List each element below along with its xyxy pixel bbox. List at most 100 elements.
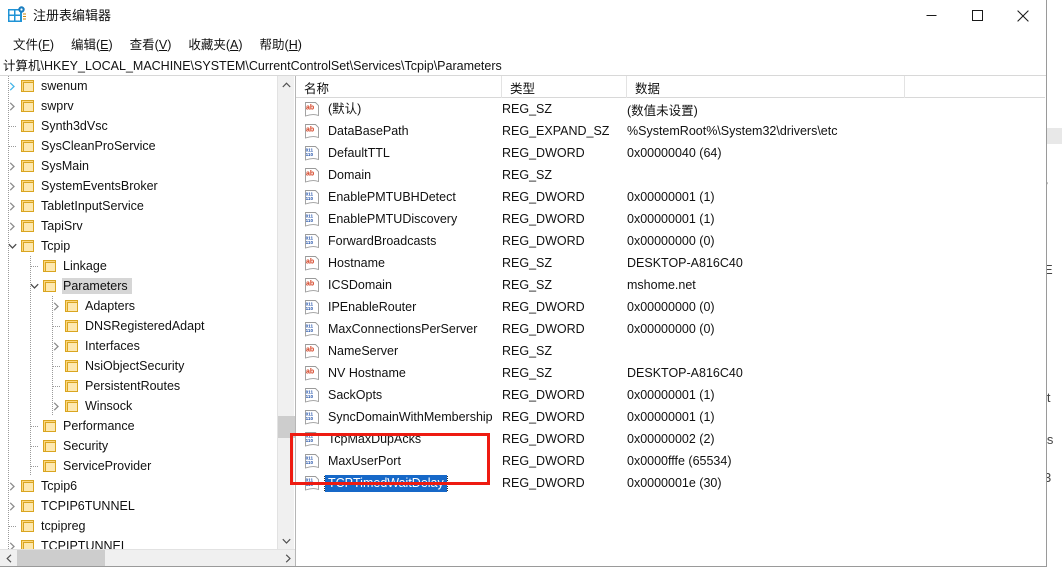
tree-node-serviceprovider[interactable]: ServiceProvider <box>0 456 278 476</box>
tree-node-persistentroutes[interactable]: PersistentRoutes <box>0 376 278 396</box>
tree-node-interfaces[interactable]: Interfaces <box>0 336 278 356</box>
tree-node-dnsregisteredadapt[interactable]: DNSRegisteredAdapt <box>0 316 278 336</box>
chevron-right-icon[interactable] <box>48 296 64 316</box>
value-row[interactable]: 011 110 DefaultTTL REG_DWORD 0x00000040 (64) <box>296 142 1045 164</box>
value-row[interactable]: ab NameServer REG_SZ <box>296 340 1045 362</box>
tree-node-linkage[interactable]: Linkage <box>0 256 278 276</box>
tree-node-nsiobjectsecurity[interactable]: NsiObjectSecurity <box>0 356 278 376</box>
value-name-cell[interactable]: ab ICSDomain <box>296 277 502 294</box>
value-row[interactable]: ab Hostname REG_SZ DESKTOP-A816C40 <box>296 252 1045 274</box>
value-name-cell[interactable]: 011 110 MaxConnectionsPerServer <box>296 321 502 338</box>
value-name-cell[interactable]: ab Domain <box>296 167 502 184</box>
value-row[interactable]: ab Domain REG_SZ <box>296 164 1045 186</box>
value-row[interactable]: 011 110 TcpMaxDupAcks REG_DWORD 0x00000002 (… <box>296 428 1045 450</box>
chevron-right-icon[interactable] <box>4 96 20 116</box>
close-button[interactable] <box>1000 0 1046 31</box>
tree-scroll-right-icon[interactable] <box>279 550 295 566</box>
value-row[interactable]: 011 110 EnablePMTUBHDetect REG_DWORD 0x00000… <box>296 186 1045 208</box>
tree-node-swenum[interactable]: swenum <box>0 76 278 96</box>
chevron-right-icon[interactable] <box>48 336 64 356</box>
menu-item-help[interactable]: 帮助(H) <box>252 32 311 55</box>
value-row[interactable]: 011 110 EnablePMTUDiscovery REG_DWORD 0x0000… <box>296 208 1045 230</box>
tree-node-tapisrv[interactable]: TapiSrv <box>0 216 278 236</box>
chevron-down-icon[interactable] <box>26 276 42 296</box>
value-name-cell[interactable]: 011 110 DefaultTTL <box>296 145 502 162</box>
values-column-header[interactable]: 名称 类型 数据 <box>296 76 1045 98</box>
value-row[interactable]: 011 110 ForwardBroadcasts REG_DWORD 0x000000… <box>296 230 1045 252</box>
value-name-cell[interactable]: ab Hostname <box>296 255 502 272</box>
tree-vertical-scrollbar[interactable] <box>277 76 295 549</box>
value-name-cell[interactable]: ab NameServer <box>296 343 502 360</box>
tree-node-synth3dvsc[interactable]: Synth3dVsc <box>0 116 278 136</box>
value-name-cell[interactable]: 011 110 EnablePMTUDiscovery <box>296 211 502 228</box>
chevron-right-icon[interactable] <box>4 196 20 216</box>
value-name-cell[interactable]: 011 110 TCPTimedWaitDelay <box>296 474 502 492</box>
value-row[interactable]: ab (默认) REG_SZ (数值未设置) <box>296 98 1045 120</box>
value-name-cell[interactable]: 011 110 EnablePMTUBHDetect <box>296 189 502 206</box>
value-name-cell[interactable]: ab NV Hostname <box>296 365 502 382</box>
registry-tree[interactable]: swenum swprv Synth3dVsc SysCleanProService S… <box>0 76 278 549</box>
value-row[interactable]: 011 110 SyncDomainWithMembership REG_DWORD 0… <box>296 406 1045 428</box>
value-row[interactable]: ab NV Hostname REG_SZ DESKTOP-A816C40 <box>296 362 1045 384</box>
tree-guide-line <box>8 76 9 96</box>
chevron-down-icon[interactable] <box>4 236 20 256</box>
tree-node-performance[interactable]: Performance <box>0 416 278 436</box>
maximize-button[interactable] <box>954 0 1000 31</box>
column-header-data[interactable]: 数据 <box>627 76 905 98</box>
tree-node-tcpiptunnel[interactable]: TCPIPTUNNEL <box>0 536 278 549</box>
value-row[interactable]: ab ICSDomain REG_SZ mshome.net <box>296 274 1045 296</box>
chevron-right-icon[interactable] <box>4 176 20 196</box>
value-row[interactable]: 011 110 MaxConnectionsPerServer REG_DWORD 0x… <box>296 318 1045 340</box>
chevron-right-icon[interactable] <box>4 76 20 96</box>
tree-node-tcpip6[interactable]: Tcpip6 <box>0 476 278 496</box>
value-name-cell[interactable]: ab (默认) <box>296 101 502 118</box>
tree-node-sysmain[interactable]: SysMain <box>0 156 278 176</box>
tree-node-adapters[interactable]: Adapters <box>0 296 278 316</box>
tree-node-syscleanproservice[interactable]: SysCleanProService <box>0 136 278 156</box>
minimize-button[interactable] <box>908 0 954 31</box>
menu-item-favorites[interactable]: 收藏夹(A) <box>180 32 251 55</box>
tree-node-systemeventsbroker[interactable]: SystemEventsBroker <box>0 176 278 196</box>
value-row[interactable]: 011 110 MaxUserPort REG_DWORD 0x0000fffe (65… <box>296 450 1045 472</box>
values-list[interactable]: ab (默认) REG_SZ (数值未设置) ab DataBasePath REG_EXP… <box>296 98 1045 566</box>
value-name-cell[interactable]: 011 110 MaxUserPort <box>296 453 502 470</box>
chevron-right-icon[interactable] <box>4 476 20 496</box>
tree-vertical-scroll-thumb[interactable] <box>278 416 295 438</box>
value-name-cell[interactable]: 011 110 SyncDomainWithMembership <box>296 409 502 426</box>
value-row[interactable]: 011 110 SackOpts REG_DWORD 0x00000001 (1) <box>296 384 1045 406</box>
tree-node-swprv[interactable]: swprv <box>0 96 278 116</box>
menu-item-file[interactable]: 文件(F) <box>5 32 63 55</box>
chevron-right-icon[interactable] <box>4 156 20 176</box>
tree-scroll-left-icon[interactable] <box>0 550 17 566</box>
tree-node-parameters[interactable]: Parameters <box>0 276 278 296</box>
value-row[interactable]: 011 110 TCPTimedWaitDelay REG_DWORD 0x000000… <box>296 472 1045 494</box>
value-row[interactable]: ab DataBasePath REG_EXPAND_SZ %SystemRoot%\… <box>296 120 1045 142</box>
tree-horizontal-scroll-thumb[interactable] <box>17 550 105 566</box>
tree-node-tcpip6tunnel[interactable]: TCPIP6TUNNEL <box>0 496 278 516</box>
tree-node-security[interactable]: Security <box>0 436 278 456</box>
tree-node-tcpip[interactable]: Tcpip <box>0 236 278 256</box>
menu-item-view[interactable]: 查看(V) <box>122 32 181 55</box>
tree-node-winsock[interactable]: Winsock <box>0 396 278 416</box>
column-header-type[interactable]: 类型 <box>502 76 627 98</box>
value-name-cell[interactable]: 011 110 ForwardBroadcasts <box>296 233 502 250</box>
value-row[interactable]: 011 110 IPEnableRouter REG_DWORD 0x00000000 … <box>296 296 1045 318</box>
menu-item-edit[interactable]: 编辑(E) <box>63 32 122 55</box>
tree-horizontal-scrollbar[interactable] <box>0 549 295 566</box>
chevron-right-icon[interactable] <box>4 496 20 516</box>
value-name-cell[interactable]: 011 110 SackOpts <box>296 387 502 404</box>
tree-node-tabletinputservice[interactable]: TabletInputService <box>0 196 278 216</box>
chevron-right-icon[interactable] <box>4 536 20 549</box>
value-name-cell[interactable]: ab DataBasePath <box>296 123 502 140</box>
editor-body: swenum swprv Synth3dVsc SysCleanProService S… <box>0 76 1046 566</box>
column-header-name[interactable]: 名称 <box>296 76 502 98</box>
registry-tree-pane: swenum swprv Synth3dVsc SysCleanProService S… <box>0 76 296 566</box>
tree-scroll-down-icon[interactable] <box>278 532 295 549</box>
chevron-right-icon[interactable] <box>4 216 20 236</box>
value-name-cell[interactable]: 011 110 TcpMaxDupAcks <box>296 431 502 448</box>
tree-node-tcpipreg[interactable]: tcpipreg <box>0 516 278 536</box>
value-name-cell[interactable]: 011 110 IPEnableRouter <box>296 299 502 316</box>
address-bar[interactable]: 计算机\HKEY_LOCAL_MACHINE\SYSTEM\CurrentCon… <box>0 54 1046 76</box>
chevron-right-icon[interactable] <box>48 396 64 416</box>
tree-scroll-up-icon[interactable] <box>278 76 295 93</box>
